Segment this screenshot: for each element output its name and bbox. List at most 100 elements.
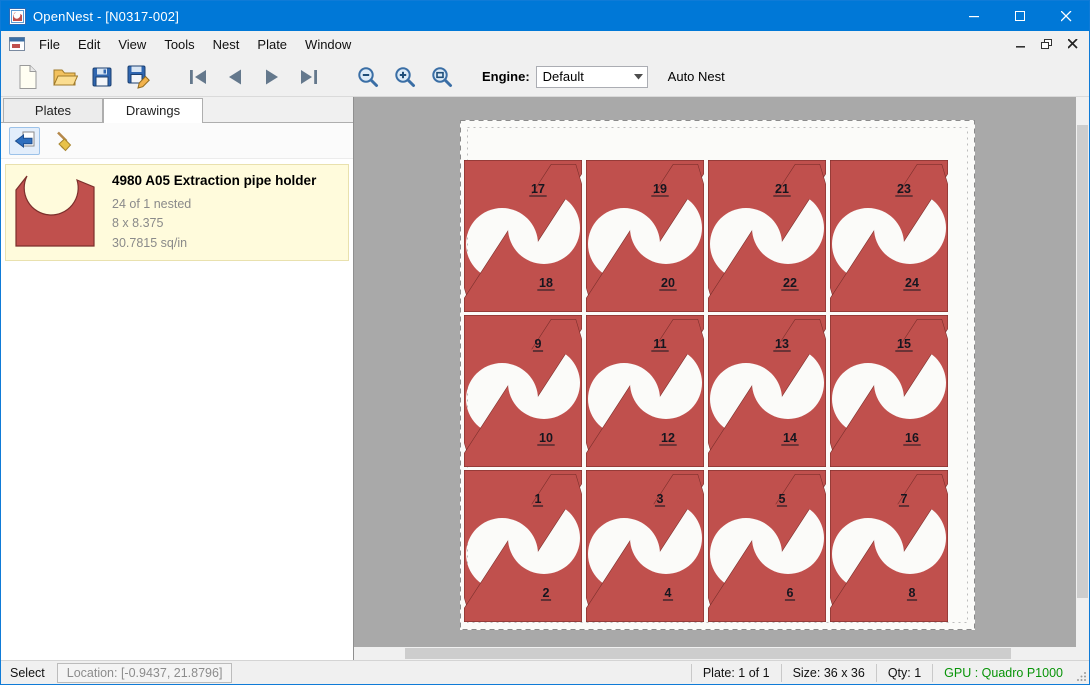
part-number: 4 [665, 586, 672, 600]
menu-item-window[interactable]: Window [296, 32, 360, 57]
menu-item-plate[interactable]: Plate [248, 32, 296, 57]
zoom-fit-button[interactable] [423, 60, 460, 94]
nested-pair[interactable]: 1920 [586, 160, 704, 312]
plate-svg[interactable]: 171819202122232491011121314151612345678 [460, 120, 975, 630]
window-title: OpenNest - [N0317-002] [33, 9, 179, 24]
drawings-toolbar [1, 123, 353, 159]
part-number: 20 [661, 276, 675, 290]
auto-nest-button[interactable]: Auto Nest [662, 65, 731, 88]
menu-item-file[interactable]: File [30, 32, 69, 57]
new-document-icon [16, 64, 40, 90]
nested-pair[interactable]: 12 [464, 470, 582, 622]
drawing-nested-count: 24 of 1 nested [112, 195, 316, 214]
clean-button[interactable] [49, 127, 80, 155]
zoom-in-button[interactable] [386, 60, 423, 94]
app-window: OpenNest - [N0317-002] File Edit View To… [0, 0, 1090, 685]
drawing-title: 4980 A05 Extraction pipe holder [112, 173, 316, 188]
part-number: 2 [543, 586, 550, 600]
engine-selected-value: Default [537, 69, 630, 84]
part-number: 6 [787, 586, 794, 600]
part-number: 8 [909, 586, 916, 600]
drawings-panel: 4980 A05 Extraction pipe holder 24 of 1 … [1, 123, 353, 660]
save-button[interactable] [83, 60, 120, 94]
open-folder-icon [52, 65, 78, 89]
broom-icon [54, 130, 76, 152]
minimize-icon [969, 11, 980, 22]
zoom-in-icon [393, 65, 416, 88]
minimize-button[interactable] [951, 1, 997, 31]
previous-plate-button[interactable] [216, 60, 253, 94]
new-button[interactable] [9, 60, 46, 94]
mdi-close-button[interactable] [1060, 33, 1086, 55]
content-area: Plates Drawings [1, 97, 1089, 660]
tab-drawings[interactable]: Drawings [103, 98, 203, 123]
menubar: File Edit View Tools Nest Plate Window [1, 31, 1089, 57]
maximize-icon [1015, 11, 1026, 22]
nested-pair[interactable]: 56 [708, 470, 826, 622]
nested-pair[interactable]: 1112 [586, 315, 704, 467]
horizontal-scrollbar[interactable] [354, 647, 1076, 660]
part-number: 21 [775, 182, 789, 196]
plate[interactable]: 171819202122232491011121314151612345678 [460, 120, 975, 630]
close-button[interactable] [1043, 1, 1089, 31]
left-panel: Plates Drawings [1, 97, 353, 660]
nested-pair[interactable]: 78 [830, 470, 948, 622]
mdi-restore-icon [1041, 39, 1053, 50]
last-arrow-icon [298, 67, 320, 87]
import-arrow-icon [14, 130, 36, 152]
part-number: 18 [539, 276, 553, 290]
tab-plates[interactable]: Plates [3, 98, 103, 122]
engine-select[interactable]: Default [536, 66, 648, 88]
mdi-restore-button[interactable] [1034, 33, 1060, 55]
resize-grip-icon [1076, 671, 1087, 682]
vertical-scrollbar[interactable] [1076, 97, 1089, 647]
chevron-down-icon [630, 74, 647, 80]
nested-pair[interactable]: 34 [586, 470, 704, 622]
import-drawing-button[interactable] [9, 127, 40, 155]
status-qty: Qty: 1 [876, 664, 932, 682]
horizontal-scrollbar-thumb[interactable] [405, 648, 1011, 659]
part-thumbnail [14, 174, 98, 253]
nested-pair[interactable]: 2122 [708, 160, 826, 312]
open-button[interactable] [46, 60, 83, 94]
save-as-button[interactable] [120, 60, 157, 94]
mdi-minimize-button[interactable] [1008, 33, 1034, 55]
part-number: 3 [657, 492, 664, 506]
mdi-child-icon [9, 37, 26, 52]
main-toolbar: Engine: Default Auto Nest [1, 57, 1089, 97]
mdi-close-icon [1068, 39, 1078, 49]
nested-pair[interactable]: 1516 [830, 315, 948, 467]
menu-item-tools[interactable]: Tools [155, 32, 203, 57]
last-plate-button[interactable] [290, 60, 327, 94]
drawing-list: 4980 A05 Extraction pipe holder 24 of 1 … [1, 159, 353, 266]
nested-pair[interactable]: 1314 [708, 315, 826, 467]
next-arrow-icon [261, 67, 283, 87]
part-number: 5 [779, 492, 786, 506]
titlebar: OpenNest - [N0317-002] [1, 1, 1089, 31]
status-plate: Plate: 1 of 1 [691, 664, 781, 682]
vertical-scrollbar-thumb[interactable] [1077, 125, 1088, 598]
menu-item-edit[interactable]: Edit [69, 32, 109, 57]
part-number: 15 [897, 337, 911, 351]
nested-pair[interactable]: 1718 [464, 160, 582, 312]
drawing-dimensions: 8 x 8.375 [112, 214, 316, 233]
next-plate-button[interactable] [253, 60, 290, 94]
nested-pair[interactable]: 2324 [830, 160, 948, 312]
maximize-button[interactable] [997, 1, 1043, 31]
resize-grip[interactable] [1074, 661, 1089, 684]
zoom-out-button[interactable] [349, 60, 386, 94]
drawing-list-item[interactable]: 4980 A05 Extraction pipe holder 24 of 1 … [5, 164, 349, 261]
close-icon [1061, 11, 1072, 22]
nested-pair[interactable]: 910 [464, 315, 582, 467]
nest-canvas[interactable]: 171819202122232491011121314151612345678 [353, 97, 1089, 660]
menu-item-view[interactable]: View [109, 32, 155, 57]
scrollbar-corner [1076, 647, 1089, 660]
part-number: 14 [783, 431, 797, 445]
menu-item-nest[interactable]: Nest [204, 32, 249, 57]
zoom-out-icon [356, 65, 379, 88]
first-arrow-icon [187, 67, 209, 87]
tabstrip: Plates Drawings [1, 97, 353, 123]
part-number: 7 [901, 492, 908, 506]
first-plate-button[interactable] [179, 60, 216, 94]
part-number: 12 [661, 431, 675, 445]
